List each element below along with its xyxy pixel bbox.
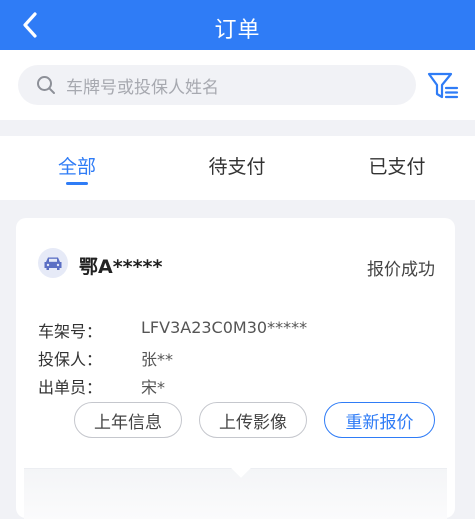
search-placeholder: 车牌号或投保人姓名: [66, 77, 219, 98]
license-plate: 鄂A*****: [79, 256, 163, 278]
search-icon: [36, 74, 58, 96]
card-footer: [24, 458, 447, 519]
status-badge: 报价成功: [367, 260, 435, 280]
filter-button[interactable]: [426, 70, 460, 102]
requote-button[interactable]: 重新报价: [324, 402, 435, 438]
search-input[interactable]: 车牌号或投保人姓名: [18, 65, 416, 105]
issuer-value: 宋*: [141, 378, 166, 397]
vin-value: LFV3A23C0M30*****: [141, 318, 308, 337]
page-title: 订单: [214, 18, 261, 43]
upload-images-button[interactable]: 上传影像: [199, 402, 307, 438]
active-tab-indicator: [66, 182, 88, 185]
app-header: 订单: [0, 0, 475, 50]
car-icon: [38, 248, 68, 278]
tab-bar: 全部 待支付 已支付: [0, 136, 475, 200]
filter-list-icon: [427, 72, 459, 99]
issuer-label: 出单员：: [38, 378, 103, 397]
tab-all[interactable]: 全部: [58, 152, 96, 179]
vin-label: 车架号：: [38, 322, 103, 341]
policyholder-value: 张**: [141, 350, 174, 369]
notch-pointer: [231, 458, 251, 478]
search-bar: 车牌号或投保人姓名: [0, 50, 475, 120]
order-card[interactable]: 鄂A***** 报价成功 车架号： LFV3A23C0M30***** 投保人：…: [16, 218, 455, 519]
tab-paid[interactable]: 已支付: [368, 152, 425, 179]
policyholder-label: 投保人：: [38, 350, 103, 369]
tab-pending-payment[interactable]: 待支付: [208, 152, 265, 179]
last-year-info-button[interactable]: 上年信息: [74, 402, 182, 438]
